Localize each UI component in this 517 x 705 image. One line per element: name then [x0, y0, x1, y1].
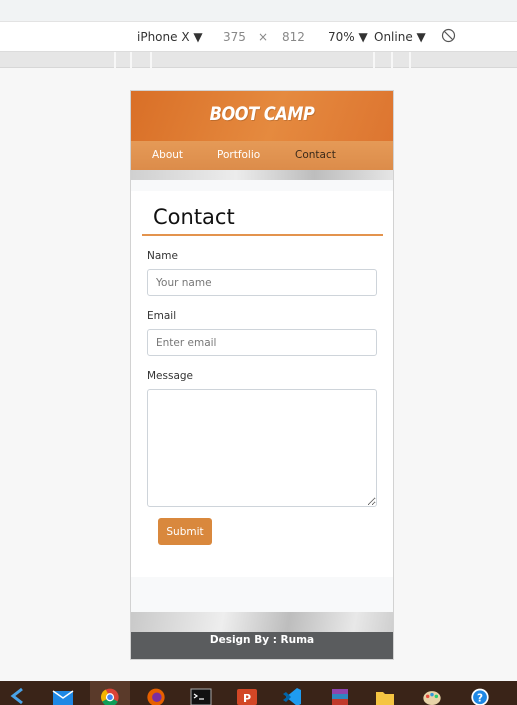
email-label: Email	[147, 310, 177, 322]
hero-image-strip	[131, 170, 393, 180]
message-textarea[interactable]	[147, 389, 377, 507]
chrome-icon[interactable]	[99, 686, 119, 705]
viewport-width[interactable]: 375	[223, 30, 246, 44]
winrar-icon[interactable]	[329, 686, 349, 705]
media-query-ruler	[0, 52, 517, 68]
device-toolbar: iPhone X ▼ 375 × 812 70% ▼ Online ▼	[0, 22, 517, 52]
vscode-arrow-icon[interactable]	[8, 686, 28, 705]
zoom-select[interactable]: 70% ▼	[328, 30, 368, 44]
site-logo[interactable]: BOOT CAMP	[151, 103, 374, 125]
title-underline	[142, 234, 383, 236]
message-label: Message	[147, 370, 194, 382]
contact-card: Contact Name Email Message Submit	[131, 191, 393, 577]
network-select[interactable]: Online ▼	[374, 30, 426, 44]
svg-text:P: P	[243, 692, 251, 705]
file-explorer-icon[interactable]	[374, 686, 394, 705]
name-input[interactable]	[147, 269, 377, 296]
svg-text:?: ?	[477, 693, 483, 705]
browser-top-bar	[0, 0, 517, 22]
taskbar: P ?	[0, 681, 517, 705]
site-header: BOOT CAMP	[131, 91, 393, 141]
submit-button[interactable]: Submit	[158, 518, 212, 545]
powerpoint-icon[interactable]: P	[236, 686, 257, 705]
nav-about[interactable]: About	[152, 149, 183, 161]
firefox-icon[interactable]	[145, 686, 165, 705]
site-nav: About Portfolio Contact	[131, 141, 393, 170]
page-title: Contact	[153, 205, 235, 229]
help-icon[interactable]: ?	[469, 686, 489, 705]
nav-portfolio[interactable]: Portfolio	[217, 149, 260, 161]
dimension-times: ×	[258, 30, 269, 44]
vscode-icon[interactable]	[281, 686, 301, 705]
paint-icon[interactable]	[421, 686, 441, 705]
terminal-icon[interactable]	[190, 686, 212, 705]
site-footer: Design By : Ruma	[131, 632, 393, 659]
name-label: Name	[147, 250, 178, 262]
viewport-height[interactable]: 812	[282, 30, 305, 44]
device-viewport: BOOT CAMP About Portfolio Contact Contac…	[130, 90, 394, 660]
footer-credit: Design By : Ruma	[209, 634, 315, 646]
nav-contact[interactable]: Contact	[295, 149, 336, 161]
footer-image-strip	[131, 612, 393, 632]
email-input[interactable]	[147, 329, 377, 356]
rotate-icon[interactable]	[441, 28, 456, 46]
device-select[interactable]: iPhone X ▼	[137, 30, 203, 44]
mail-icon[interactable]	[52, 686, 74, 705]
